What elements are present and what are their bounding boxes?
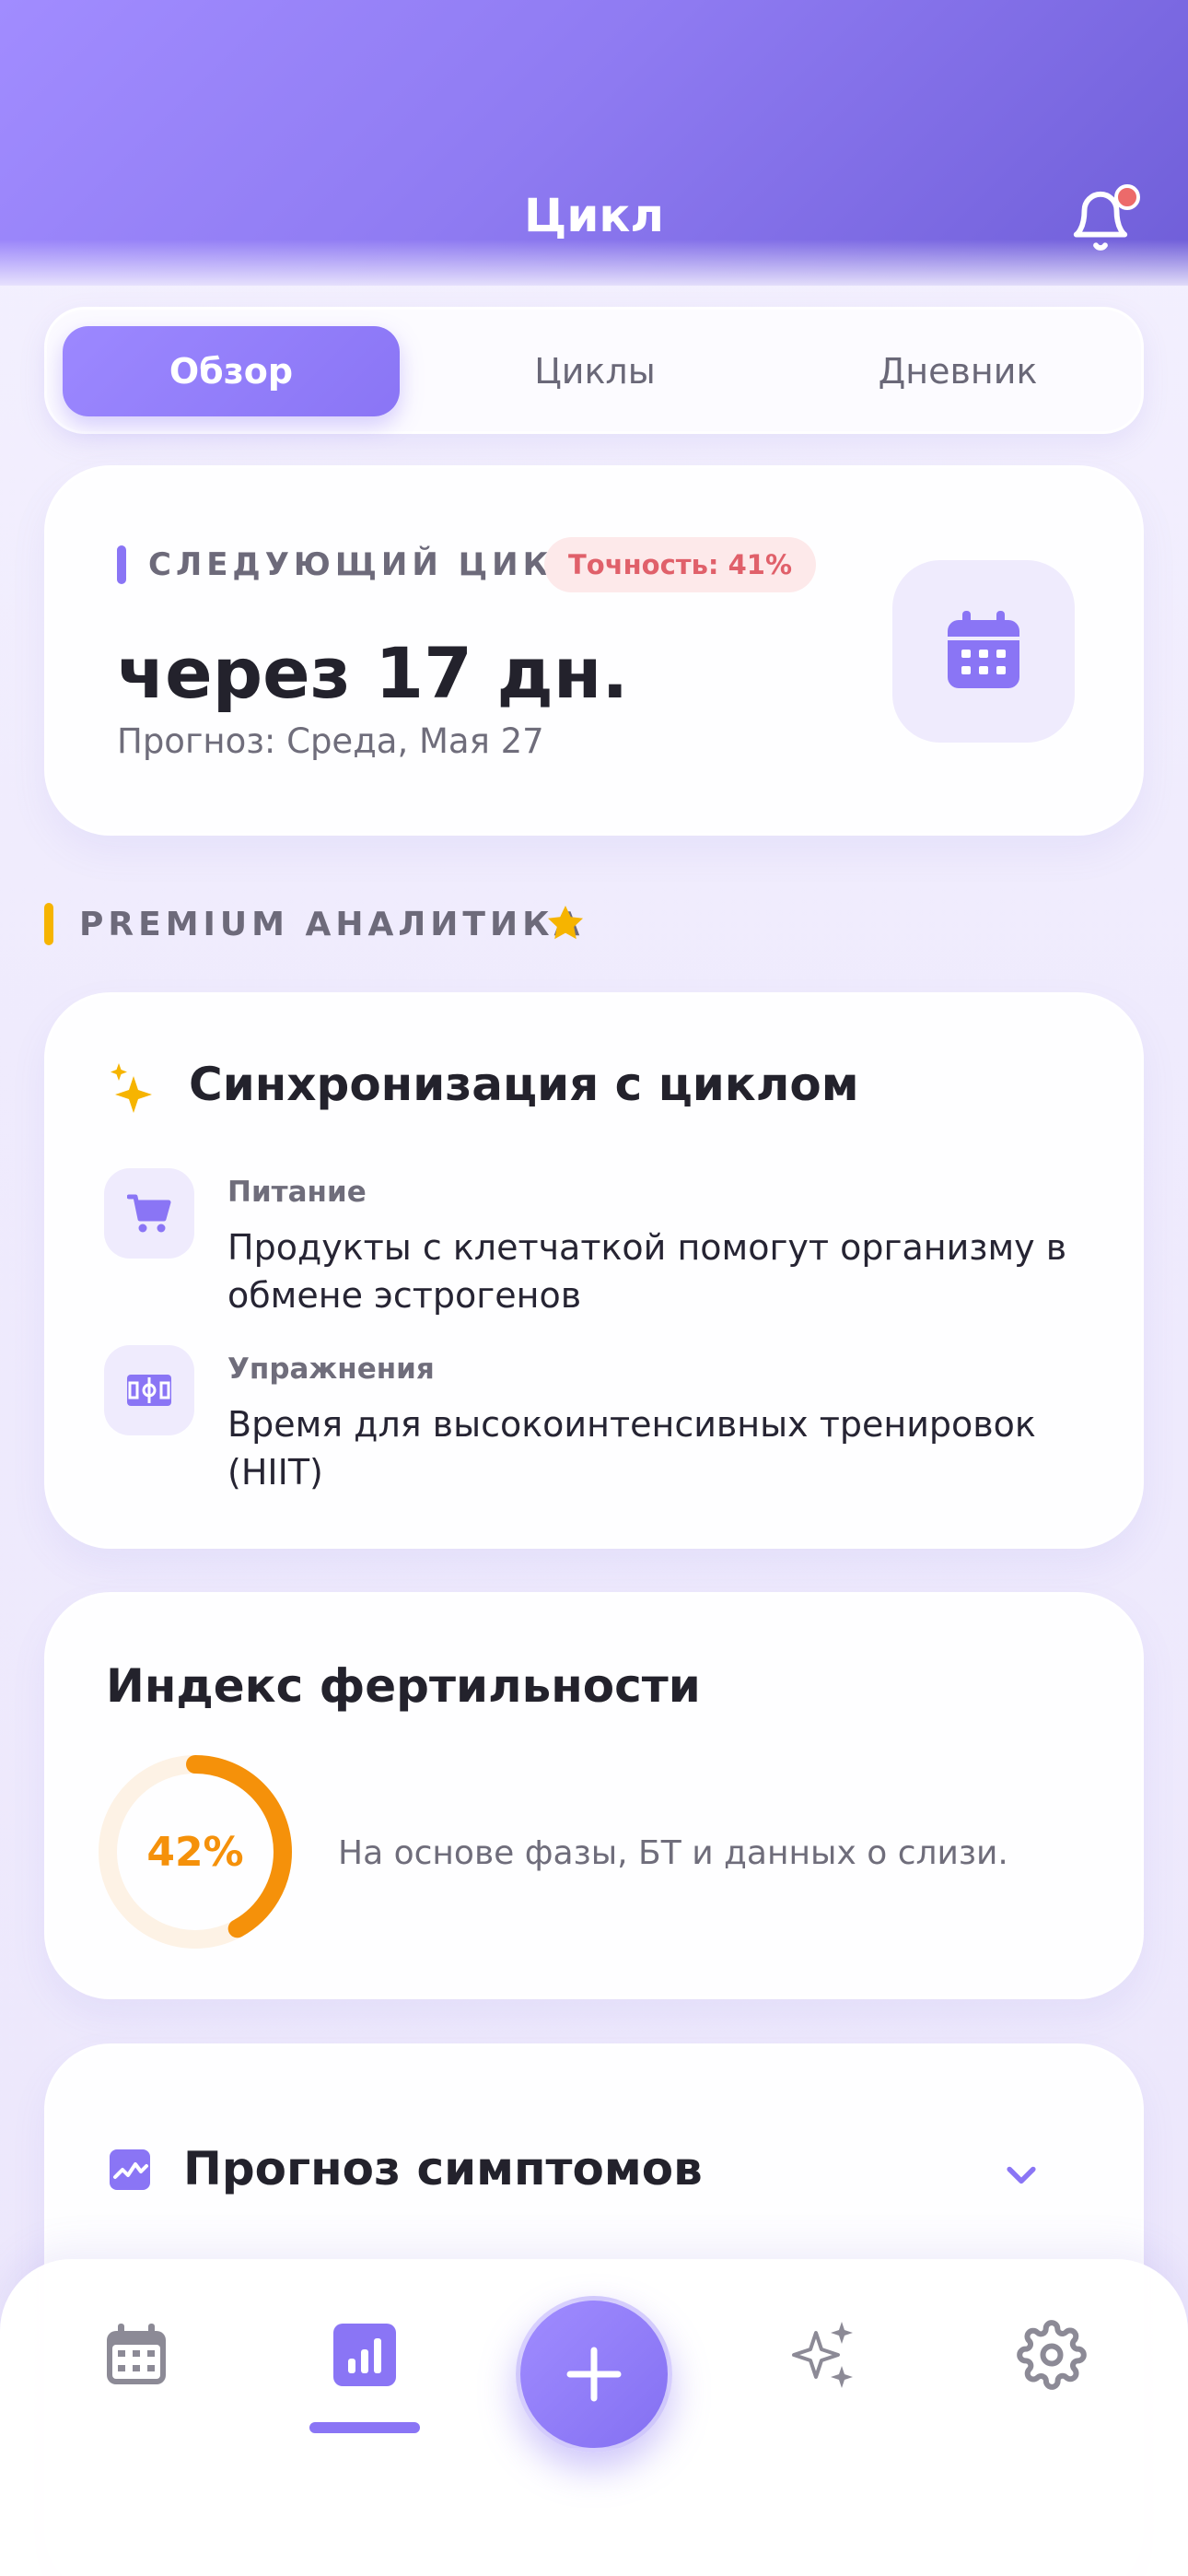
- tab-overview[interactable]: Обзор: [63, 326, 400, 416]
- chevron-down-icon[interactable]: [1001, 2154, 1042, 2195]
- cycle-sync-card: Синхронизация с циклом Питание Продукты …: [44, 992, 1144, 1549]
- bottom-nav: [0, 2259, 1188, 2576]
- tab-diary[interactable]: Дневник: [789, 326, 1126, 416]
- field-icon: [127, 1375, 171, 1406]
- sparkles-icon: [111, 1063, 152, 1113]
- add-button[interactable]: [516, 2296, 672, 2453]
- premium-label: PREMIUM АНАЛИТИКА: [79, 906, 585, 943]
- page-title: Цикл: [524, 189, 664, 242]
- chart-icon: [110, 2149, 150, 2190]
- tab-bar: Обзор Циклы Дневник: [44, 307, 1144, 434]
- forecast-date: Прогноз: Среда, Мая 27: [117, 721, 544, 761]
- next-cycle-label: СЛЕДУЮЩИЙ ЦИКЛ: [148, 546, 584, 583]
- tip-category: Упражнения: [227, 1352, 435, 1386]
- tip-text: Продукты с клетчаткой помогут организму …: [227, 1227, 1067, 1316]
- accent-bar: [117, 545, 126, 584]
- header: Цикл: [0, 0, 1188, 286]
- days-until: через 17 дн.: [117, 632, 629, 714]
- accuracy-badge: Точность: 41%: [544, 537, 817, 592]
- sparkles-icon[interactable]: [788, 2320, 858, 2390]
- calendar-icon: [948, 611, 1019, 688]
- tip-category: Питание: [227, 1176, 367, 1209]
- nutrition-icon-box: [104, 1168, 194, 1259]
- fertility-card: Индекс фертильности 42% На основе фазы, …: [44, 1592, 1144, 1999]
- plus-icon: [566, 2347, 622, 2402]
- next-cycle-card[interactable]: СЛЕДУЮЩИЙ ЦИКЛ Точность: 41% через 17 дн…: [44, 465, 1144, 836]
- calendar-button[interactable]: [892, 560, 1075, 743]
- tip-text: Время для высокоинтенсивных тренировок (…: [227, 1404, 1036, 1493]
- fertility-percent: 42%: [146, 1828, 244, 1876]
- tab-cycles[interactable]: Циклы: [426, 326, 763, 416]
- calendar-icon[interactable]: [101, 2320, 171, 2390]
- gear-icon[interactable]: [1017, 2320, 1087, 2390]
- premium-accent-bar: [44, 903, 53, 945]
- exercise-icon-box: [104, 1345, 194, 1435]
- fertility-description: На основе фазы, БТ и данных о слизи.: [338, 1834, 1008, 1872]
- active-tab-indicator: [309, 2422, 420, 2433]
- fertility-title: Индекс фертильности: [106, 1659, 701, 1713]
- cart-icon: [127, 1194, 171, 1233]
- stats-icon[interactable]: [330, 2320, 400, 2390]
- notification-dot: [1114, 184, 1140, 210]
- sync-title: Синхронизация с циклом: [189, 1058, 859, 1111]
- star-icon: [548, 906, 583, 940]
- symptoms-title: Прогноз симптомов: [183, 2142, 703, 2195]
